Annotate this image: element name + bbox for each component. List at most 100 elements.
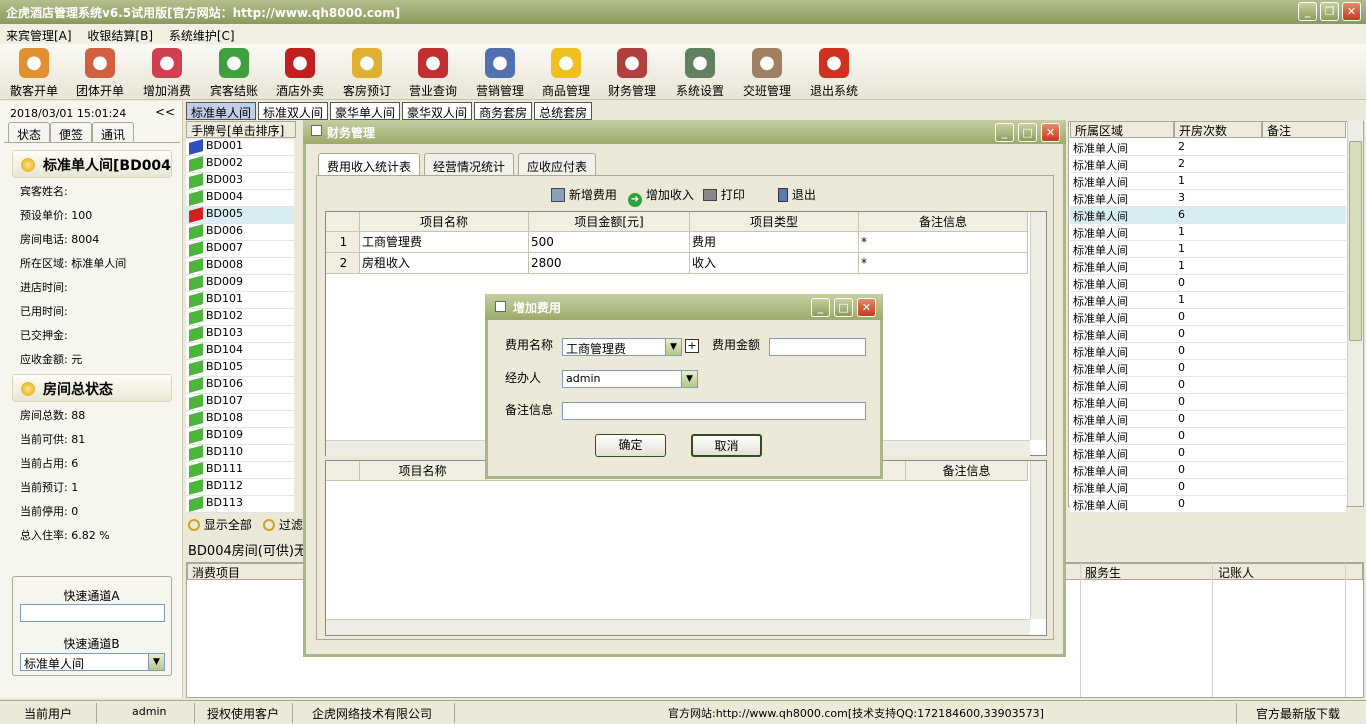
finance-minimize-button[interactable]: _: [995, 123, 1014, 142]
toolbar-button-3[interactable]: ● 宾客结账: [202, 48, 266, 98]
room-detail-row[interactable]: 标准单人间 0: [1070, 275, 1346, 292]
expense-cell-type[interactable]: 收入: [690, 253, 859, 274]
room-row[interactable]: BD109: [186, 428, 294, 445]
latest-version-link[interactable]: 官方最新版下载: [1256, 705, 1340, 722]
restore-button[interactable]: ❐: [1320, 2, 1339, 21]
expense-amount-input[interactable]: [769, 338, 866, 356]
expense-cell-no[interactable]: 1: [326, 232, 360, 253]
toolbar-button-1[interactable]: ● 团体开单: [68, 48, 132, 98]
room-detail-row[interactable]: 标准单人间 0: [1070, 360, 1346, 377]
room-row[interactable]: BD108: [186, 411, 294, 428]
filter-radio[interactable]: 过滤: [263, 516, 303, 533]
room-row[interactable]: BD103: [186, 326, 294, 343]
room-row[interactable]: BD104: [186, 343, 294, 360]
room-detail-row[interactable]: 标准单人间 0: [1070, 428, 1346, 445]
toolbar-button-6[interactable]: ● 营业查询: [401, 48, 465, 98]
room-detail-row[interactable]: 标准单人间 2: [1070, 139, 1346, 156]
tab-standard-single[interactable]: 标准单人间: [186, 102, 257, 120]
toolbar-button-5[interactable]: ● 客房预订: [335, 48, 399, 98]
room-row[interactable]: BD003: [186, 173, 294, 190]
expense-cell-no[interactable]: 2: [326, 253, 360, 274]
tab-notes[interactable]: 便签: [50, 122, 93, 142]
expense-table-vscroll[interactable]: [1030, 212, 1046, 440]
dialog-minimize-button[interactable]: _: [811, 298, 830, 317]
expense-cell-amount[interactable]: 500: [529, 232, 690, 253]
room-detail-row[interactable]: 标准单人间 1: [1070, 224, 1346, 241]
room-row[interactable]: BD101: [186, 292, 294, 309]
room-row[interactable]: BD107: [186, 394, 294, 411]
income-table-vscroll[interactable]: [1030, 461, 1046, 619]
room-detail-row[interactable]: 标准单人间 3: [1070, 190, 1346, 207]
add-expense-name-button[interactable]: +: [685, 339, 699, 353]
col-room-header[interactable]: 手牌号[单击排序]: [186, 121, 296, 138]
room-detail-row[interactable]: 标准单人间 0: [1070, 479, 1346, 496]
room-detail-row[interactable]: 标准单人间 1: [1070, 173, 1346, 190]
toolbar-button-12[interactable]: ● 退出系统: [802, 48, 866, 98]
expense-name-select[interactable]: 工商管理费 ▼: [562, 338, 682, 356]
finance-maximize-button[interactable]: □: [1018, 123, 1037, 142]
room-row[interactable]: BD005: [186, 207, 294, 224]
menu-cashier[interactable]: 收银结算[B]: [81, 24, 159, 44]
room-detail-row[interactable]: 标准单人间 6: [1070, 207, 1346, 224]
room-detail-row[interactable]: 标准单人间 2: [1070, 156, 1346, 173]
room-row[interactable]: BD102: [186, 309, 294, 326]
tab-contacts[interactable]: 通讯: [92, 122, 135, 142]
tab-expense-income[interactable]: 费用收入统计表: [318, 153, 421, 175]
room-row[interactable]: BD004: [186, 190, 294, 207]
cancel-button[interactable]: 取消: [691, 434, 762, 457]
ok-button[interactable]: 确定: [595, 434, 666, 457]
room-detail-row[interactable]: 标准单人间 0: [1070, 377, 1346, 394]
note-input[interactable]: [562, 402, 866, 420]
tab-deluxe-single[interactable]: 豪华单人间: [330, 102, 401, 120]
expense-cell-name[interactable]: 工商管理费: [360, 232, 529, 253]
room-row[interactable]: BD008: [186, 258, 294, 275]
room-row[interactable]: BD009: [186, 275, 294, 292]
room-row[interactable]: BD106: [186, 377, 294, 394]
toolbar-button-2[interactable]: ● 增加消费: [135, 48, 199, 98]
close-button[interactable]: ✕: [1342, 2, 1361, 21]
toolbar-button-9[interactable]: ● 财务管理: [600, 48, 664, 98]
expense-cell-note[interactable]: *: [859, 232, 1028, 253]
col-count-header[interactable]: 开房次数: [1174, 121, 1262, 138]
tab-business-suite[interactable]: 商务套房: [474, 102, 533, 120]
tab-business-status[interactable]: 经营情况统计: [424, 153, 515, 175]
room-detail-row[interactable]: 标准单人间 0: [1070, 462, 1346, 479]
room-detail-row[interactable]: 标准单人间 0: [1070, 309, 1346, 326]
income-table-hscroll[interactable]: [326, 619, 1030, 635]
col-note-header[interactable]: 备注: [1262, 121, 1346, 138]
menu-guest[interactable]: 来宾管理[A]: [0, 24, 78, 44]
room-row[interactable]: BD006: [186, 224, 294, 241]
room-grid-scrollbar[interactable]: [1347, 121, 1363, 506]
expense-cell-type[interactable]: 费用: [690, 232, 859, 253]
room-row[interactable]: BD001: [186, 139, 294, 156]
tab-receivable-payable[interactable]: 应收应付表: [518, 153, 597, 175]
exit-button[interactable]: 退出: [778, 186, 816, 203]
tab-standard-double[interactable]: 标准双人间: [258, 102, 329, 120]
handler-select[interactable]: admin ▼: [562, 370, 698, 388]
add-income-button[interactable]: ➜ 增加收入: [628, 186, 694, 207]
toolbar-button-11[interactable]: ● 交班管理: [735, 48, 799, 98]
quick-channel-a-input[interactable]: [20, 604, 165, 622]
room-detail-row[interactable]: 标准单人间 1: [1070, 292, 1346, 309]
tab-status[interactable]: 状态: [8, 122, 51, 142]
tab-deluxe-double[interactable]: 豪华双人间: [402, 102, 473, 120]
room-row[interactable]: BD112: [186, 479, 294, 496]
print-button[interactable]: 打印: [703, 186, 745, 203]
room-detail-row[interactable]: 标准单人间 0: [1070, 496, 1346, 513]
room-row[interactable]: BD113: [186, 496, 294, 513]
collapse-button[interactable]: <<: [155, 105, 175, 119]
show-all-radio[interactable]: 显示全部: [188, 516, 252, 533]
finance-close-button[interactable]: ✕: [1041, 123, 1060, 142]
room-detail-row[interactable]: 标准单人间 1: [1070, 241, 1346, 258]
new-expense-button[interactable]: 新增费用: [551, 186, 617, 203]
toolbar-button-7[interactable]: ● 营销管理: [468, 48, 532, 98]
dialog-close-button[interactable]: ✕: [857, 298, 876, 317]
room-detail-row[interactable]: 标准单人间 0: [1070, 445, 1346, 462]
room-row[interactable]: BD110: [186, 445, 294, 462]
col-area-header[interactable]: 所属区域: [1070, 121, 1174, 138]
minimize-button[interactable]: _: [1298, 2, 1317, 21]
toolbar-button-10[interactable]: ● 系统设置: [668, 48, 732, 98]
tab-presidential-suite[interactable]: 总统套房: [534, 102, 593, 120]
room-row[interactable]: BD111: [186, 462, 294, 479]
expense-cell-name[interactable]: 房租收入: [360, 253, 529, 274]
